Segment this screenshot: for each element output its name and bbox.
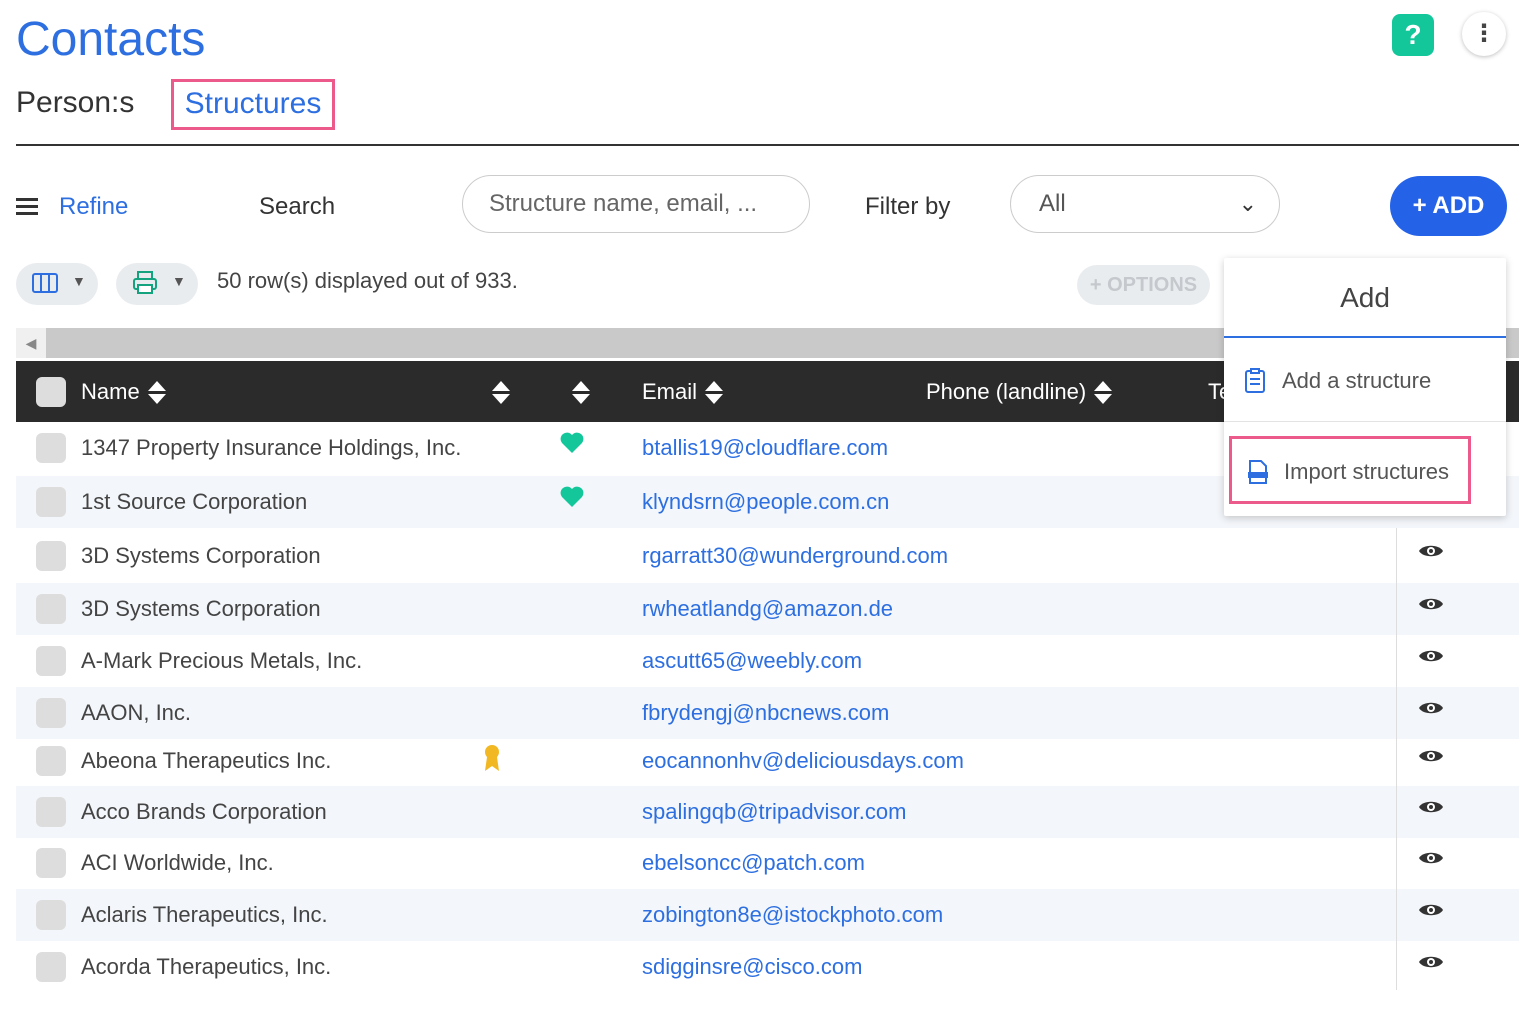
tabs-divider xyxy=(16,144,1519,146)
hamburger-icon[interactable] xyxy=(16,198,38,216)
clipboard-icon xyxy=(1244,368,1266,399)
add-menu-title: Add xyxy=(1224,258,1506,338)
add-dropdown-menu: Add Add a structure Import structures xyxy=(1224,258,1506,516)
scroll-left-icon[interactable]: ◀ xyxy=(16,328,46,358)
chevron-down-icon: ⌄ xyxy=(1238,191,1257,216)
caret-down-icon: ▼ xyxy=(172,273,186,289)
structure-email[interactable]: zobington8e@istockphoto.com xyxy=(642,902,943,928)
eye-icon[interactable] xyxy=(1418,953,1444,976)
row-checkbox[interactable] xyxy=(36,594,66,624)
row-checkbox[interactable] xyxy=(36,698,66,728)
table-row[interactable]: Acco Brands Corporation spalingqb@tripadv… xyxy=(16,786,1519,838)
search-input[interactable] xyxy=(462,175,810,233)
row-checkbox[interactable] xyxy=(36,541,66,571)
heart-icon[interactable] xyxy=(560,486,584,513)
printer-icon xyxy=(132,271,158,300)
table-row[interactable]: ACI Worldwide, Inc. ebelsoncc@patch.com xyxy=(16,837,1519,889)
eye-icon[interactable] xyxy=(1418,647,1444,670)
structure-name[interactable]: 1st Source Corporation xyxy=(81,489,307,515)
structure-name[interactable]: AAON, Inc. xyxy=(81,700,191,726)
row-checkbox[interactable] xyxy=(36,797,66,827)
eye-icon[interactable] xyxy=(1418,542,1444,565)
structure-email[interactable]: ascutt65@weebly.com xyxy=(642,648,862,674)
sort-icon[interactable] xyxy=(572,381,590,405)
structure-email[interactable]: spalingqb@tripadvisor.com xyxy=(642,799,906,825)
table-row[interactable]: Acorda Therapeutics, Inc. sdigginsre@cisc… xyxy=(16,941,1519,993)
import-file-icon xyxy=(1246,459,1270,490)
structure-email[interactable]: ebelsoncc@patch.com xyxy=(642,850,865,876)
structure-email[interactable]: btallis19@cloudflare.com xyxy=(642,435,888,461)
search-label: Search xyxy=(259,193,336,220)
sort-icon[interactable] xyxy=(1094,381,1113,405)
column-header-sort-1[interactable] xyxy=(484,379,510,405)
sort-icon[interactable] xyxy=(492,381,510,405)
structure-name[interactable]: Acorda Therapeutics, Inc. xyxy=(81,954,331,980)
column-header-phone[interactable]: Phone (landline) xyxy=(926,379,1113,405)
structure-email[interactable]: eocannonhv@deliciousdays.com xyxy=(642,748,964,774)
structure-email[interactable]: rgarratt30@wunderground.com xyxy=(642,543,948,569)
options-button[interactable]: + OPTIONS xyxy=(1077,265,1210,305)
column-header-sort-2[interactable] xyxy=(564,379,590,405)
caret-down-icon: ▼ xyxy=(72,273,86,289)
structure-email[interactable]: klyndsrn@people.com.cn xyxy=(642,489,889,515)
table-row[interactable]: A-Mark Precious Metals, Inc. ascutt65@wee… xyxy=(16,635,1519,687)
structure-name[interactable]: ACI Worldwide, Inc. xyxy=(81,850,274,876)
structure-name[interactable]: 1347 Property Insurance Holdings, Inc. xyxy=(81,435,461,461)
print-export-button[interactable]: ▼ xyxy=(116,263,198,305)
sort-icon[interactable] xyxy=(147,381,166,405)
row-checkbox[interactable] xyxy=(36,848,66,878)
row-checkbox[interactable] xyxy=(36,952,66,982)
eye-icon[interactable] xyxy=(1418,747,1444,770)
structure-name[interactable]: 3D Systems Corporation xyxy=(81,543,321,569)
structure-name[interactable]: Aclaris Therapeutics, Inc. xyxy=(81,902,328,928)
add-structure-menu-item[interactable]: Add a structure xyxy=(1224,342,1506,422)
table-row[interactable]: 3D Systems Corporation rgarratt30@wunderg… xyxy=(16,530,1519,582)
filter-label: Filter by xyxy=(865,193,951,220)
eye-icon[interactable] xyxy=(1418,699,1444,722)
heart-icon[interactable] xyxy=(560,432,584,459)
columns-icon xyxy=(32,271,58,300)
eye-icon[interactable] xyxy=(1418,798,1444,821)
structure-name[interactable]: 3D Systems Corporation xyxy=(81,596,321,622)
table-row[interactable]: Aclaris Therapeutics, Inc. zobington8e@is… xyxy=(16,889,1519,941)
tab-persons[interactable]: Person:s xyxy=(16,86,134,120)
row-checkbox[interactable] xyxy=(36,900,66,930)
filter-select-value: All xyxy=(1039,190,1066,217)
column-header-name[interactable]: Name xyxy=(81,379,166,405)
column-divider xyxy=(1396,528,1397,990)
import-structures-label: Import structures xyxy=(1284,459,1450,484)
table-row[interactable]: 3D Systems Corporation rwheatlandg@amazon… xyxy=(16,583,1519,635)
filter-select[interactable]: All ⌄ xyxy=(1010,175,1280,233)
add-button[interactable]: + ADD xyxy=(1390,176,1507,236)
page-title: Contacts xyxy=(16,13,206,66)
award-icon xyxy=(482,743,502,778)
row-checkbox[interactable] xyxy=(36,746,66,776)
sort-icon[interactable] xyxy=(705,381,724,405)
more-options-button[interactable]: ⋮ xyxy=(1462,12,1506,56)
structure-name[interactable]: A-Mark Precious Metals, Inc. xyxy=(81,648,362,674)
row-checkbox[interactable] xyxy=(36,487,66,517)
structure-email[interactable]: rwheatlandg@amazon.de xyxy=(642,596,893,622)
help-button[interactable]: ? xyxy=(1392,14,1434,56)
refine-button[interactable]: Refine xyxy=(59,193,128,221)
select-all-checkbox[interactable] xyxy=(36,377,66,407)
rows-count-text: 50 row(s) displayed out of 933. xyxy=(217,268,518,293)
eye-icon[interactable] xyxy=(1418,901,1444,924)
column-header-email[interactable]: Email xyxy=(642,379,724,405)
add-structure-label: Add a structure xyxy=(1282,368,1432,393)
import-structures-menu-item[interactable]: Import structures xyxy=(1229,436,1471,504)
row-checkbox[interactable] xyxy=(36,646,66,676)
table-row[interactable]: Abeona Therapeutics Inc. eocannonhv@delic… xyxy=(16,735,1519,787)
structure-email[interactable]: sdigginsre@cisco.com xyxy=(642,954,862,980)
eye-icon[interactable] xyxy=(1418,849,1444,872)
columns-toggle-button[interactable]: ▼ xyxy=(16,263,98,305)
table-row[interactable]: AAON, Inc. fbrydengj@nbcnews.com xyxy=(16,687,1519,739)
structure-email[interactable]: fbrydengj@nbcnews.com xyxy=(642,700,889,726)
tab-structures[interactable]: Structures xyxy=(171,79,335,130)
structure-name[interactable]: Abeona Therapeutics Inc. xyxy=(81,748,331,774)
structure-name[interactable]: Acco Brands Corporation xyxy=(81,799,327,825)
eye-icon[interactable] xyxy=(1418,595,1444,618)
row-checkbox[interactable] xyxy=(36,433,66,463)
